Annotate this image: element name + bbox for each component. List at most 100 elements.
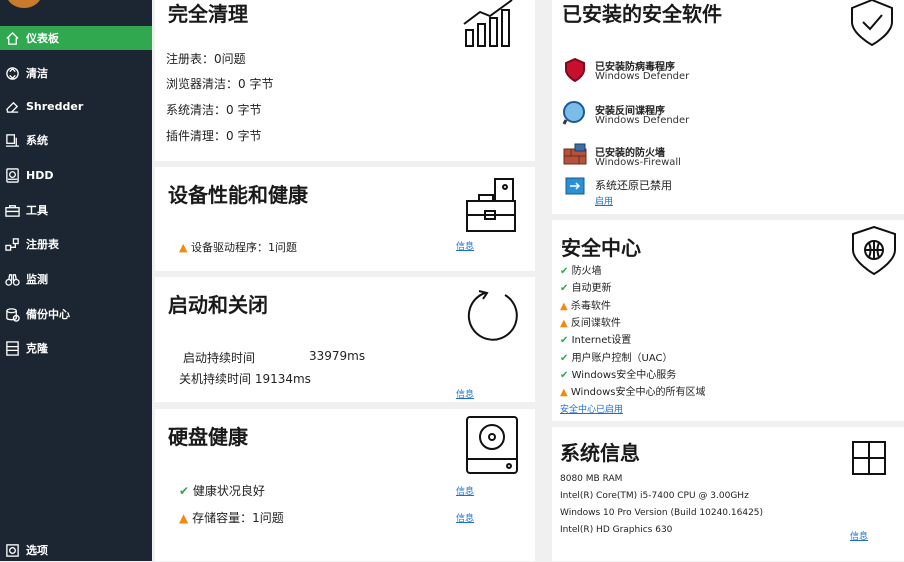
home-icon <box>4 30 20 46</box>
sidebar-item-label: 清洁 <box>26 67 48 80</box>
options-label: 选项 <box>26 544 48 557</box>
sidebar-item-label: 工具 <box>26 204 48 217</box>
sidebar-item-clean[interactable]: 清洁 <box>0 61 152 85</box>
sidebar-item-clone[interactable]: 克隆 <box>0 336 152 360</box>
startup-info-link[interactable]: 信息 <box>456 387 474 400</box>
startup-card: 启动和关闭 启动持续时间 33979ms 关机持续时间 19134ms 信息 <box>155 277 535 402</box>
boot-duration-value: 33979ms <box>309 349 366 363</box>
clean-title: 完全清理 <box>168 2 248 26</box>
backup-icon <box>4 306 20 322</box>
clean-plugin-line: 插件清理：0 字节 <box>166 129 262 143</box>
security-center-item: ✔ 用户账户控制（UAC） <box>560 352 673 364</box>
warning-icon: ▲ <box>179 241 188 254</box>
cpu-line: Intel(R) Core(TM) i5-7400 CPU @ 3.00GHz <box>560 491 749 501</box>
sidebar-item-label: 仪表板 <box>26 32 59 45</box>
system-info-link[interactable]: 信息 <box>850 529 868 542</box>
warning-icon: ▲ <box>179 511 189 525</box>
sidebar-item-tools[interactable]: 工具 <box>0 198 152 222</box>
firewall-icon <box>563 143 587 169</box>
security-center-item: ✔ Windows安全中心服务 <box>560 369 677 381</box>
checkmark-icon: ✔ <box>560 352 572 364</box>
disk-health-line: ✔ 健康状况良好 <box>179 484 265 498</box>
gear-icon <box>4 542 20 558</box>
security-center-item: ✔ 防火墙 <box>560 266 602 277</box>
security-center-item: ✔ 自动更新 <box>560 283 612 295</box>
disk-card: 硬盘健康 ✔ 健康状况良好 ▲ 存储容量：1问题 信息 信息 <box>155 409 535 561</box>
antispyware-icon <box>562 100 588 130</box>
refresh-icon <box>465 287 521 347</box>
antivirus-product: Windows Defender <box>595 71 690 82</box>
security-center-card: 安全中心 ✔ 防火墙 ✔ 自动更新 ▲ 杀毒软件 ▲ 反间谍软件 ✔ Internet设… <box>552 220 904 421</box>
warning-icon: ▲ <box>560 300 571 312</box>
clean-registry-line: 注册表：0问题 <box>166 52 246 66</box>
gpu-line: Intel(R) HD Graphics 630 <box>560 525 673 535</box>
sidebar-item-label: 注册表 <box>26 238 59 251</box>
computer-icon <box>4 132 20 148</box>
disk-title: 硬盘健康 <box>168 425 248 449</box>
system-restore-icon <box>565 177 585 199</box>
sidebar: 仪表板 清洁 Shredder 系统 HDD 工具 注册表 监测 備份中心 克隆… <box>0 0 152 561</box>
storage-info-link[interactable]: 信息 <box>456 511 474 524</box>
driver-issue-line: ▲ 设备驱动程序：1问题 <box>179 241 297 254</box>
warning-icon: ▲ <box>560 387 571 399</box>
clean-system-line: 系统清洁：0 字节 <box>166 103 262 117</box>
security-software-card: 已安装的安全软件 已安装防病毒程序 Windows Defender 安装反间谍… <box>552 0 904 214</box>
recycle-icon <box>4 65 20 81</box>
checkmark-icon: ✔ <box>560 266 572 277</box>
app-logo <box>6 0 42 8</box>
system-info-card: 系统信息 8080 MB RAM Intel(R) Core(TM) i5-74… <box>552 427 904 561</box>
warning-icon: ▲ <box>560 317 571 329</box>
clean-browser-line: 浏览器清洁：0 字节 <box>166 77 274 91</box>
sidebar-item-label: 克隆 <box>26 342 48 355</box>
performance-card: 设备性能和健康 ▲ 设备驱动程序：1问题 信息 <box>155 167 535 271</box>
globe-shield-icon <box>850 225 898 280</box>
hdd-icon <box>465 415 521 481</box>
disk-health-info-link[interactable]: 信息 <box>456 484 474 497</box>
sidebar-item-label: 備份中心 <box>26 308 70 321</box>
sidebar-item-shredder[interactable]: Shredder <box>0 94 152 118</box>
checkmark-icon: ✔ <box>560 283 572 295</box>
system-restore-status: 系统还原已禁用 <box>595 179 672 192</box>
shutdown-duration-line: 关机持续时间 19134ms <box>179 372 311 386</box>
security-center-link[interactable]: 安全中心已启用 <box>560 402 623 415</box>
clone-icon <box>4 340 20 356</box>
hdd-icon <box>4 167 20 183</box>
sidebar-item-monitor[interactable]: 监测 <box>0 267 152 291</box>
sidebar-item-label: 系统 <box>26 134 48 147</box>
shield-check-icon <box>848 0 896 50</box>
chart-growth-icon <box>462 0 518 52</box>
storage-issue-line: ▲ 存储容量：1问题 <box>179 511 284 525</box>
checkmark-icon: ✔ <box>179 484 190 498</box>
security-center-item: ▲ 杀毒软件 <box>560 300 611 312</box>
firewall-product: Windows-Firewall <box>595 157 681 168</box>
ram-line: 8080 MB RAM <box>560 474 623 484</box>
sidebar-item-label: HDD <box>26 168 54 182</box>
checkmark-icon: ✔ <box>560 335 572 347</box>
eraser-icon <box>4 98 20 114</box>
sidebar-item-backup[interactable]: 備份中心 <box>0 302 152 326</box>
startup-title: 启动和关闭 <box>168 293 268 317</box>
toolbox-icon <box>465 177 519 239</box>
security-software-title: 已安装的安全软件 <box>562 2 722 26</box>
security-center-item: ▲ Windows安全中心的所有区域 <box>560 387 706 399</box>
os-line: Windows 10 Pro Version (Build 10240.1642… <box>560 508 764 518</box>
antivirus-shield-icon <box>564 57 586 86</box>
enable-restore-link[interactable]: 启用 <box>595 194 613 207</box>
options-button[interactable]: 选项 <box>0 538 152 562</box>
windows-logo-icon <box>852 441 886 479</box>
security-center-item: ▲ 反间谍软件 <box>560 317 621 329</box>
sidebar-item-system[interactable]: 系统 <box>0 128 152 152</box>
security-center-title: 安全中心 <box>561 236 641 260</box>
performance-info-link[interactable]: 信息 <box>456 239 474 252</box>
checkmark-icon: ✔ <box>560 369 572 381</box>
toolbox-icon <box>4 202 20 218</box>
performance-title: 设备性能和健康 <box>168 183 308 207</box>
sidebar-item-label: Shredder <box>26 99 84 113</box>
sidebar-item-registry[interactable]: 注册表 <box>0 232 152 256</box>
registry-icon <box>4 236 20 252</box>
clean-card: 完全清理 注册表：0问题 浏览器清洁：0 字节 系统清洁：0 字节 插件清理：0… <box>155 0 535 161</box>
binoculars-icon <box>4 271 20 287</box>
sidebar-item-dashboard[interactable]: 仪表板 <box>0 26 152 50</box>
sidebar-item-label: 监测 <box>26 273 48 286</box>
sidebar-item-hdd[interactable]: HDD <box>0 163 152 187</box>
